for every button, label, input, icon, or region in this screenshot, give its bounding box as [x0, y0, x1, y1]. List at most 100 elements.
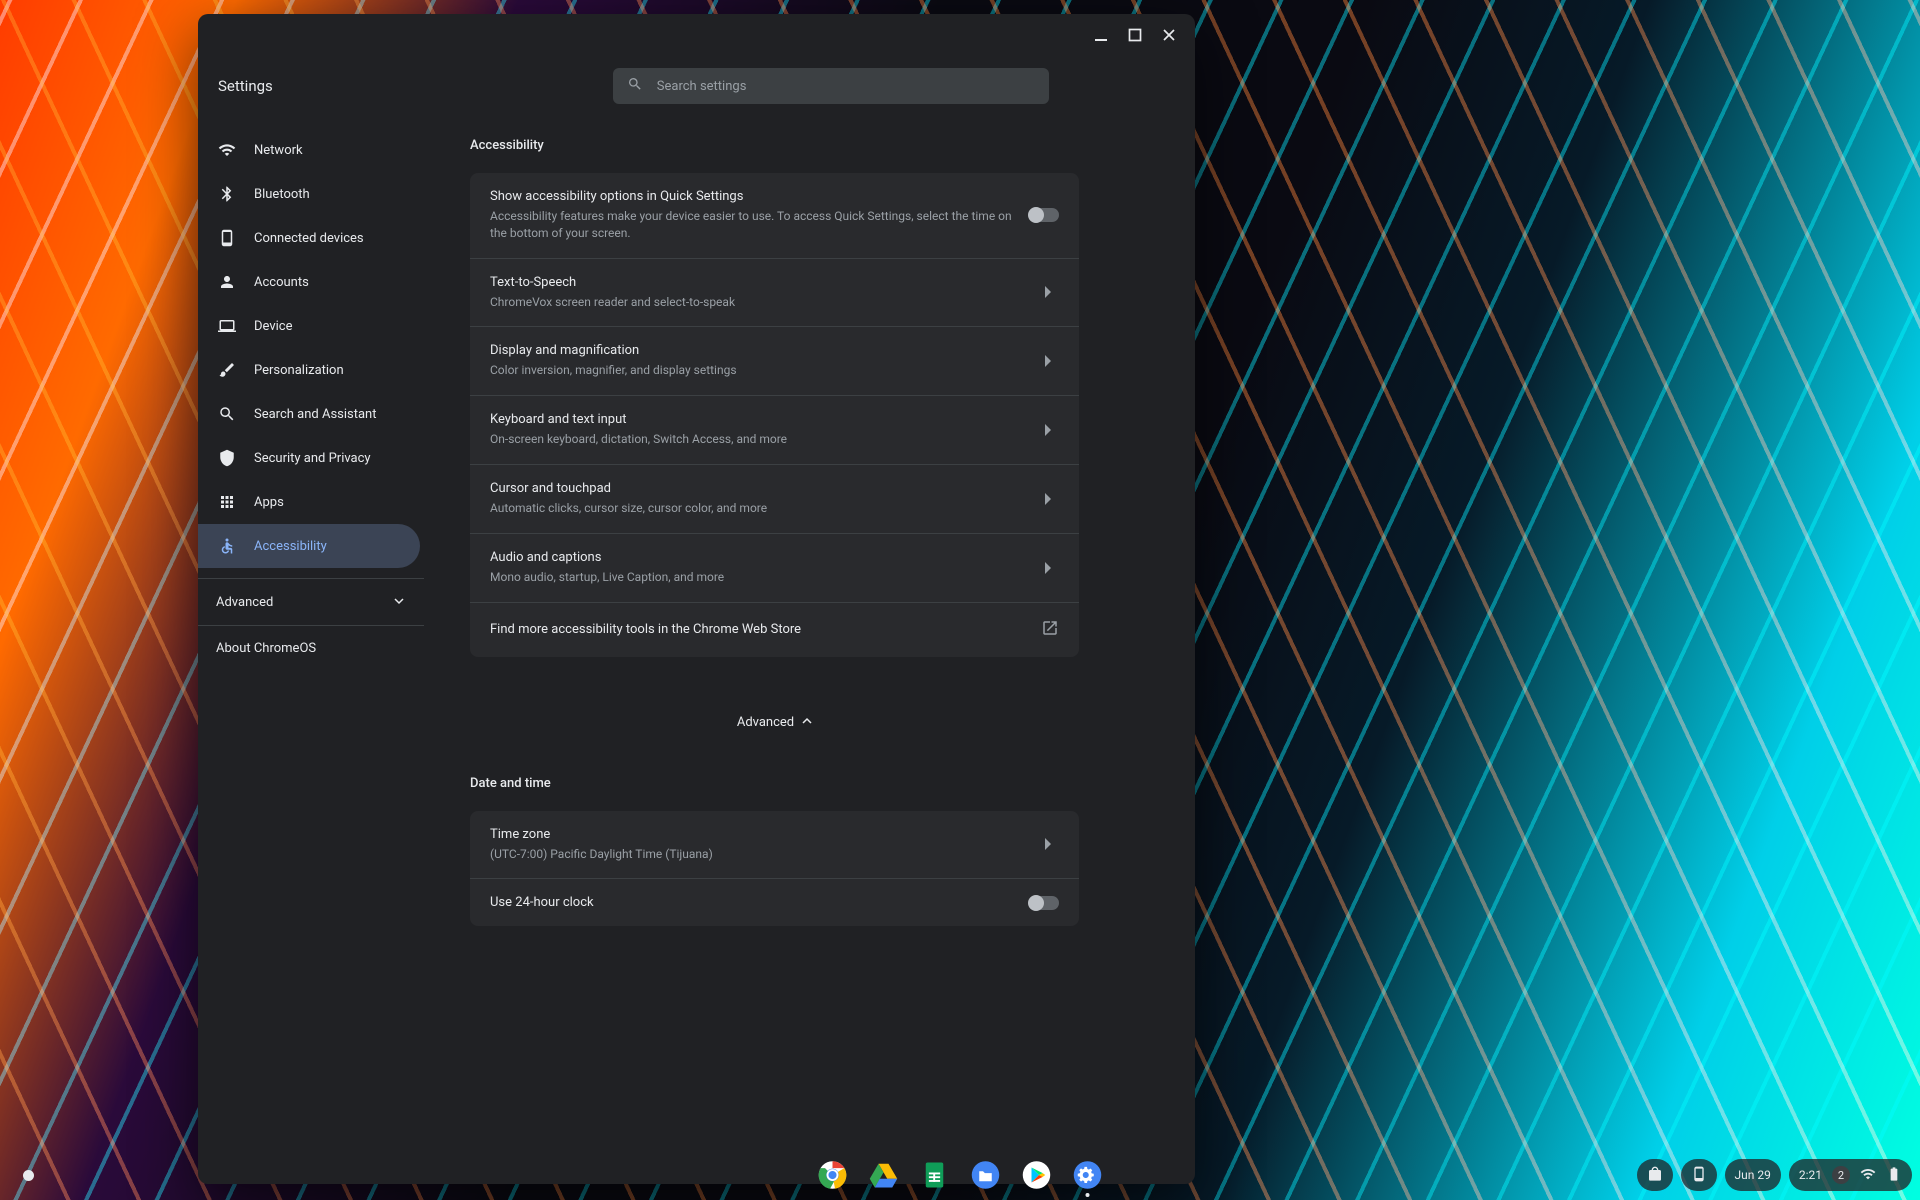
row-display-magnification[interactable]: Display and magnification Color inversio…: [470, 327, 1079, 396]
sidebar-item-personalization[interactable]: Personalization: [198, 348, 420, 392]
settings-header: Settings: [198, 56, 1195, 116]
window-minimize-button[interactable]: [1091, 25, 1111, 45]
phone-icon: [218, 229, 236, 247]
chevron-right-icon: [1039, 420, 1059, 440]
tray-calendar[interactable]: Jun 29: [1725, 1159, 1781, 1191]
sidebar-item-label: Network: [254, 143, 303, 158]
apps-icon: [218, 493, 236, 511]
sidebar-item-accounts[interactable]: Accounts: [198, 260, 420, 304]
sidebar-item-label: Device: [254, 319, 293, 334]
sidebar-item-search-assistant[interactable]: Search and Assistant: [198, 392, 420, 436]
sidebar-advanced-toggle[interactable]: Advanced: [198, 578, 424, 626]
wifi-icon: [1860, 1166, 1876, 1185]
section-title-accessibility: Accessibility: [470, 138, 1079, 153]
row-cursor-touchpad[interactable]: Cursor and touchpad Automatic clicks, cu…: [470, 465, 1079, 534]
advanced-label: Advanced: [737, 715, 794, 730]
app-google-sheets[interactable]: [919, 1159, 951, 1191]
notification-badge: 2: [1832, 1166, 1850, 1184]
row-text-to-speech[interactable]: Text-to-Speech ChromeVox screen reader a…: [470, 259, 1079, 328]
battery-icon: [1886, 1166, 1902, 1185]
shelf-status-area: Jun 29 2:21 2: [1637, 1159, 1912, 1191]
window-maximize-button[interactable]: [1125, 25, 1145, 45]
app-files[interactable]: [970, 1159, 1002, 1191]
row-subtitle: ChromeVox screen reader and select-to-sp…: [490, 294, 735, 311]
chevron-right-icon: [1039, 282, 1059, 302]
sidebar-item-security-privacy[interactable]: Security and Privacy: [198, 436, 420, 480]
row-audio-captions[interactable]: Audio and captions Mono audio, startup, …: [470, 534, 1079, 603]
shield-icon: [218, 449, 236, 467]
sidebar-item-accessibility[interactable]: Accessibility: [198, 524, 420, 568]
row-show-accessibility-options[interactable]: Show accessibility options in Quick Sett…: [470, 173, 1079, 259]
app-play-store[interactable]: [1021, 1159, 1053, 1191]
section-title-datetime: Date and time: [470, 776, 1079, 791]
settings-window: Settings Network Bluetooth Connected dev…: [198, 14, 1195, 1184]
row-subtitle: Color inversion, magnifier, and display …: [490, 362, 737, 379]
advanced-section-toggle[interactable]: Advanced: [470, 715, 1079, 730]
row-title: Cursor and touchpad: [490, 481, 767, 496]
sidebar-item-about[interactable]: About ChromeOS: [198, 626, 424, 670]
window-titlebar: [198, 14, 1195, 56]
row-subtitle: (UTC-7:00) Pacific Daylight Time (Tijuan…: [490, 846, 713, 863]
chevron-right-icon: [1039, 558, 1059, 578]
row-subtitle: On-screen keyboard, dictation, Switch Ac…: [490, 431, 787, 448]
row-title: Time zone: [490, 827, 713, 842]
row-24h-clock[interactable]: Use 24-hour clock: [470, 879, 1079, 926]
launcher-icon: [23, 1170, 34, 1181]
search-icon: [627, 76, 643, 96]
datetime-card: Time zone (UTC-7:00) Pacific Daylight Ti…: [470, 811, 1079, 927]
row-title: Display and magnification: [490, 343, 737, 358]
app-google-drive[interactable]: [868, 1159, 900, 1191]
date-label: Jun 29: [1735, 1168, 1771, 1182]
row-title: Show accessibility options in Quick Sett…: [490, 189, 1020, 204]
sidebar-item-label: Accessibility: [254, 539, 327, 554]
person-icon: [218, 273, 236, 291]
sidebar-item-label: Connected devices: [254, 231, 364, 246]
row-title: Audio and captions: [490, 550, 724, 565]
accessibility-card: Show accessibility options in Quick Sett…: [470, 173, 1079, 657]
app-chrome[interactable]: [817, 1159, 849, 1191]
tray-phone-hub[interactable]: [1681, 1159, 1717, 1191]
sidebar-item-label: Personalization: [254, 363, 344, 378]
shelf-pinned-apps: [817, 1159, 1104, 1191]
toggle-24h-clock[interactable]: [1029, 896, 1059, 910]
time-label: 2:21: [1799, 1168, 1822, 1182]
sidebar-item-label: Security and Privacy: [254, 451, 371, 466]
chevron-right-icon: [1039, 489, 1059, 509]
app-title: Settings: [218, 77, 273, 95]
sidebar-item-label: Accounts: [254, 275, 309, 290]
search-icon: [218, 405, 236, 423]
search-bar[interactable]: [613, 68, 1049, 104]
row-timezone[interactable]: Time zone (UTC-7:00) Pacific Daylight Ti…: [470, 811, 1079, 880]
tray-tote[interactable]: [1637, 1159, 1673, 1191]
row-keyboard-text-input[interactable]: Keyboard and text input On-screen keyboa…: [470, 396, 1079, 465]
sidebar-item-bluetooth[interactable]: Bluetooth: [198, 172, 420, 216]
sidebar-item-network[interactable]: Network: [198, 128, 420, 172]
app-settings[interactable]: [1072, 1159, 1104, 1191]
toggle-show-accessibility[interactable]: [1029, 208, 1059, 222]
sidebar-about-label: About ChromeOS: [216, 641, 316, 656]
settings-body: Network Bluetooth Connected devices Acco…: [198, 116, 1195, 1184]
bluetooth-icon: [218, 185, 236, 203]
row-subtitle: Accessibility features make your device …: [490, 208, 1020, 242]
brush-icon: [218, 361, 236, 379]
settings-main: Accessibility Show accessibility options…: [424, 116, 1195, 1184]
tray-status[interactable]: 2:21 2: [1789, 1159, 1912, 1191]
chevron-down-icon: [394, 595, 404, 610]
sidebar-item-apps[interactable]: Apps: [198, 480, 420, 524]
chevron-right-icon: [1039, 834, 1059, 854]
sidebar-item-label: Apps: [254, 495, 284, 510]
settings-sidebar: Network Bluetooth Connected devices Acco…: [198, 116, 424, 1184]
chromeos-shelf: Jun 29 2:21 2: [0, 1150, 1920, 1200]
window-close-button[interactable]: [1159, 25, 1179, 45]
sidebar-item-device[interactable]: Device: [198, 304, 420, 348]
launcher-button[interactable]: [12, 1159, 44, 1191]
sidebar-item-label: Bluetooth: [254, 187, 310, 202]
row-subtitle: Mono audio, startup, Live Caption, and m…: [490, 569, 724, 586]
sidebar-item-connected-devices[interactable]: Connected devices: [198, 216, 420, 260]
phone-icon: [1691, 1166, 1707, 1185]
search-input[interactable]: [657, 79, 1035, 94]
wifi-icon: [218, 141, 236, 159]
row-chrome-webstore-link[interactable]: Find more accessibility tools in the Chr…: [470, 603, 1079, 657]
laptop-icon: [218, 317, 236, 335]
sidebar-advanced-label: Advanced: [216, 595, 273, 610]
